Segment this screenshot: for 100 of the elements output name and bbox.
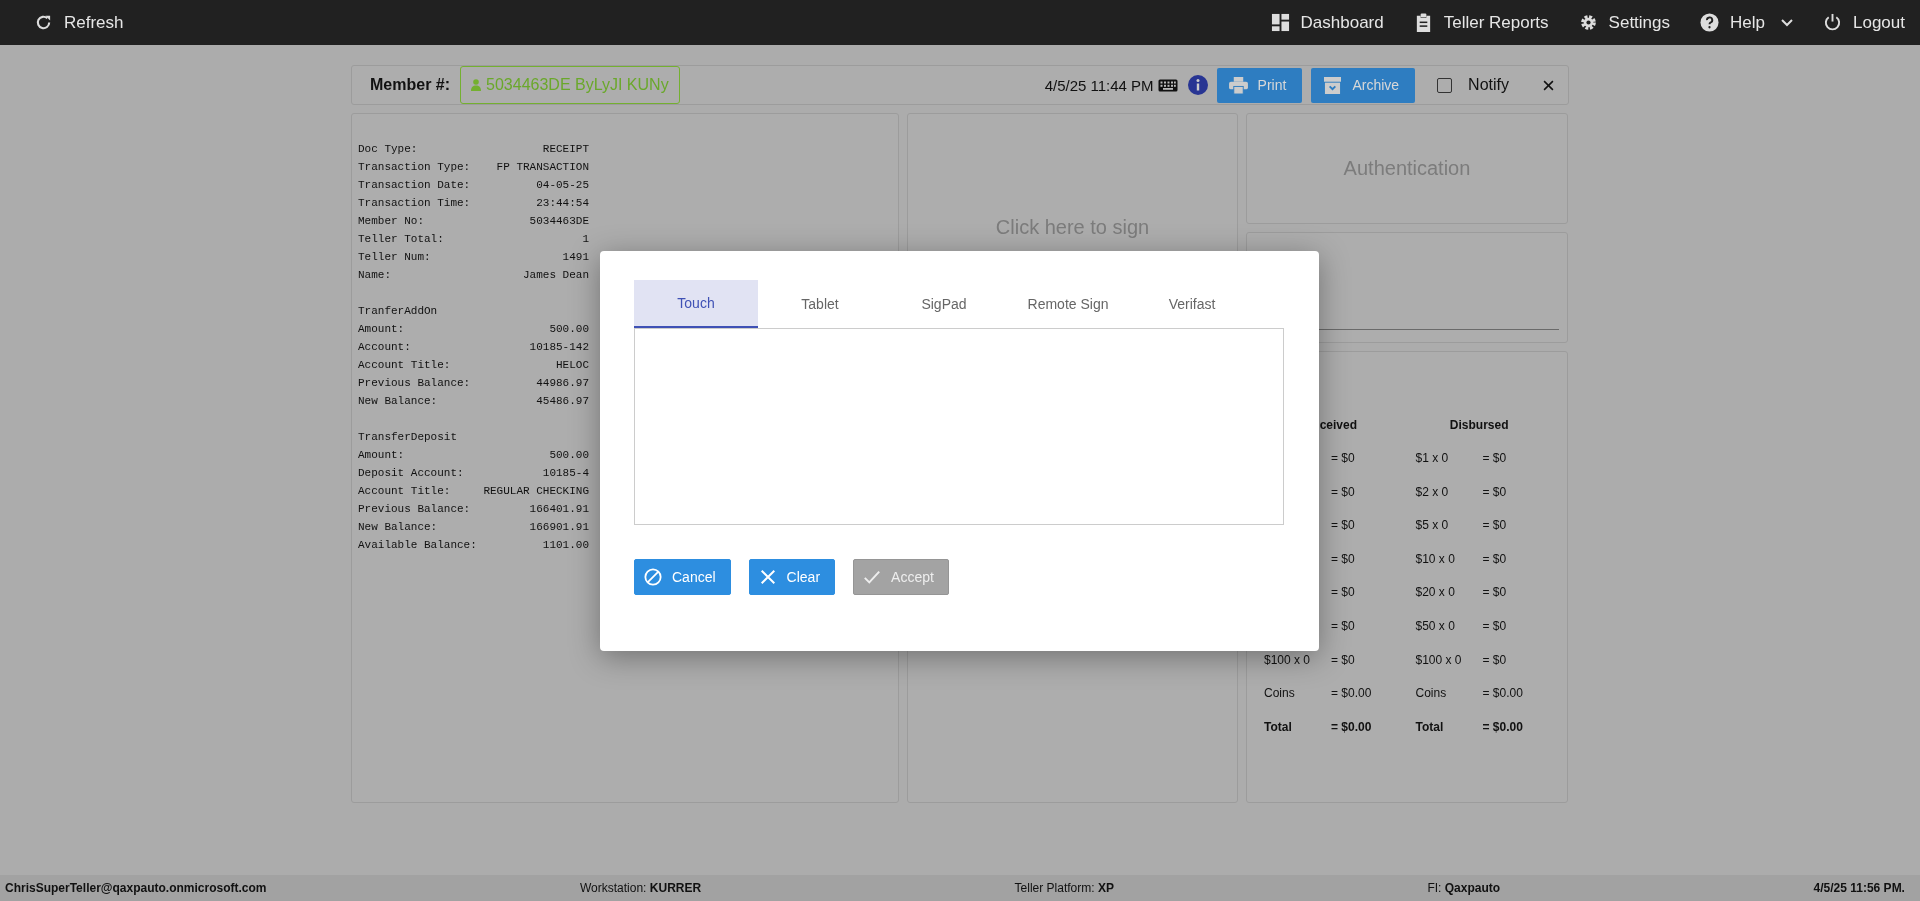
nav-link[interactable]: Logout [1823,12,1905,33]
refresh-link[interactable]: Refresh [34,12,124,33]
nav-link[interactable]: Dashboard [1270,12,1384,33]
notify-checkbox[interactable]: Notify [1437,76,1509,94]
column-heading: Disbursed [1448,418,1509,434]
dashboard-icon [1270,13,1290,32]
amount-value: = $0 [1331,584,1355,602]
total-label: Total [1264,719,1292,734]
amount-value: = $0 [1482,450,1507,467]
signature-tab[interactable]: Remote Sign [1006,280,1130,328]
amount-value: = $0 [1331,617,1355,635]
receipt-label: Account Title: [358,484,451,499]
denomination-label: $5 x 0 [1415,518,1449,533]
receipt-value: FP TRANSACTION [496,160,589,175]
printer-icon [1228,76,1248,94]
receipt-value: 1101.00 [542,538,589,553]
help-icon [1700,13,1720,32]
receipt-label: Account: [358,340,411,355]
amount-value: = $0 [1331,517,1355,535]
receipt-label: Member No: [358,214,424,229]
receipt-value: 23:44:54 [536,196,589,211]
refresh-icon [34,13,53,32]
nav-link[interactable]: Settings [1578,12,1671,33]
receipt-section-title: TranferAddOn [358,304,438,319]
receipt-label: Previous Balance: [358,502,471,517]
denomination-label: $1 x 0 [1415,451,1449,465]
nav-link[interactable]: Teller Reports [1413,12,1549,33]
caret-icon [1781,18,1793,27]
amount-value: = $0.00 [1331,685,1372,703]
receipt-label: Transaction Time: [358,196,471,211]
receipt-label: Amount: [358,322,405,337]
close-icon [758,568,777,586]
denomination-label: Coins [1415,686,1447,701]
receipt-label: Amount: [358,448,405,463]
receipt-label: Previous Balance: [358,376,471,391]
amount-value: = $0 [1482,550,1507,568]
amount-value: = $0 [1482,617,1507,635]
denomination-label: $50 x 0 [1415,618,1455,633]
keyboard-icon[interactable] [1157,78,1178,92]
receipt-label: Teller Total: [358,232,444,247]
denomination-label: $100 x 0 [1264,652,1311,667]
denomination-label: Coins [1264,686,1295,701]
amount-value: = $0 [1331,550,1355,568]
receipt-value: 1491 [562,250,589,265]
receipt-value: 10185-4 [542,466,589,481]
fi-info: FI: Qaxpauto [1427,881,1501,895]
receipt-label: Transaction Type: [358,160,471,175]
amount-value: = $0 [1331,450,1355,467]
amount-value: = $0 [1331,651,1355,669]
receipt-value: 166901.91 [529,520,589,535]
receipt-value: 500.00 [549,448,589,463]
receipt-value: HELOC [556,358,589,373]
check-icon [863,568,882,586]
archive-icon [1323,76,1343,94]
clear-button[interactable]: Clear [748,559,836,595]
cancel-button[interactable]: Cancel [634,559,731,595]
checkbox[interactable] [1437,77,1453,93]
platform-info: Teller Platform: XP [1014,881,1114,895]
nav-link[interactable]: Help [1700,12,1793,33]
workstation-info: Workstation: KURRER [580,881,702,895]
receipt-value: REGULAR CHECKING [483,484,589,499]
receipt-label: Transaction Date: [358,178,471,193]
user-email: ChrisSuperTeller@qaxpauto.onmicrosoft.com [5,881,267,895]
total-value: = $0.00 [1331,718,1372,736]
amount-value: = $0 [1482,584,1507,602]
receipt-label: New Balance: [358,520,438,535]
signature-tab[interactable]: Verifast [1130,280,1254,328]
archive-button[interactable]: Archive [1311,67,1416,103]
print-button[interactable]: Print [1216,67,1303,103]
receipt-value: 45486.97 [536,394,589,409]
signature-tab[interactable]: SigPad [882,280,1006,328]
denomination-label: $20 x 0 [1415,585,1455,600]
denomination-label: $2 x 0 [1415,484,1449,499]
receipt-value: 1 [582,232,589,247]
receipt-label: Account Title: [358,358,451,373]
column-heading: ceived [1318,418,1357,434]
power-icon [1823,13,1842,32]
receipt-label: Name: [358,268,391,283]
receipt-value: 04-05-25 [536,178,589,193]
status-time: 4/5/25 11:56 PM. [1813,881,1905,895]
receipt-value: James Dean [523,268,589,283]
amount-value: = $0 [1482,483,1507,501]
timestamp: 4/5/25 11:44 PM [1044,76,1154,94]
total-label: Total [1415,719,1444,734]
receipt-section-title: TransferDeposit [358,430,458,445]
signature-tab[interactable]: Tablet [758,280,882,328]
amount-value: = $0 [1331,483,1355,501]
info-icon[interactable] [1187,75,1208,95]
receipt-value: RECEIPT [542,142,589,157]
receipt-value: 10185-142 [529,340,589,355]
person-icon [471,79,482,91]
receipt-label: New Balance: [358,394,438,409]
amount-value: = $0 [1482,651,1507,669]
close-icon[interactable] [1543,79,1554,91]
member-label: Member #: [370,76,451,94]
receipt-value: 5034463DE [529,214,589,229]
amount-value: = $0.00 [1482,685,1523,703]
cancel-icon [644,568,662,586]
signature-tab[interactable]: Touch [634,280,758,328]
receipt-label: Doc Type: [358,142,418,157]
